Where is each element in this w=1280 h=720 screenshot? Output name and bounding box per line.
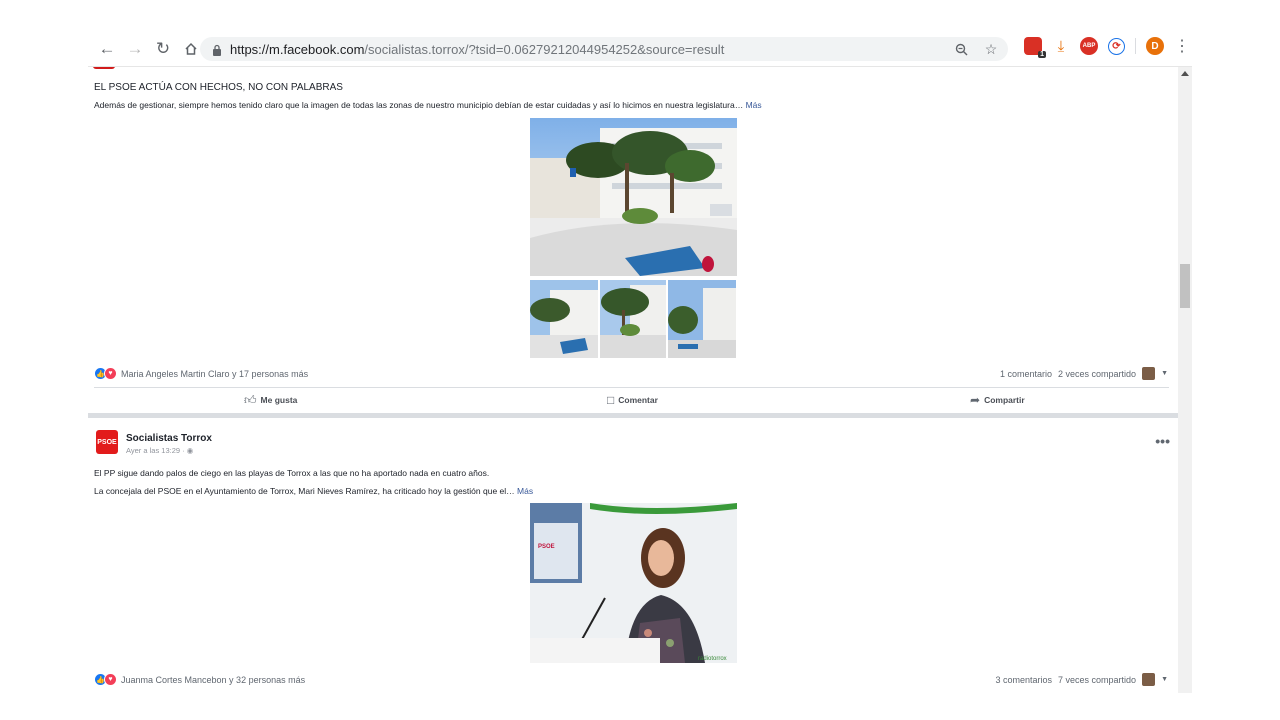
share-button[interactable]: ➦ Compartir <box>970 393 1025 407</box>
post-photo-thumb[interactable] <box>600 280 666 358</box>
photo-sign-text: PSOE <box>538 544 555 550</box>
post-text: El PP sigue dando palos de ciego en las … <box>94 468 490 478</box>
comments-count[interactable]: 3 comentarios <box>995 675 1052 685</box>
comment-icon: □ <box>607 393 615 407</box>
reactions-summary[interactable]: 👍 ♥ Juanma Cortes Mancebon y 32 personas… <box>94 673 305 686</box>
reload-icon[interactable]: ↻ <box>150 36 176 62</box>
facebook-feed: EL PSOE ACTÚA CON HECHOS, NO CON PALABRA… <box>88 67 1178 693</box>
adblock-icon[interactable]: ABP <box>1080 37 1098 55</box>
post-stats: 1 comentario 2 veces compartido ▼ <box>1000 367 1168 380</box>
comments-count[interactable]: 1 comentario <box>1000 369 1052 379</box>
back-arrow-icon[interactable]: ← <box>94 36 120 62</box>
page-name[interactable]: Socialistas Torrox <box>126 433 212 444</box>
address-bar[interactable]: https://m.facebook.com/socialistas.torro… <box>200 37 1008 61</box>
post-title: EL PSOE ACTÚA CON HECHOS, NO CON PALABRA… <box>94 82 343 93</box>
profile-avatar[interactable]: D <box>1146 37 1164 55</box>
url-text[interactable]: https://m.facebook.com/socialistas.torro… <box>230 42 724 57</box>
love-reaction-icon: ♥ <box>104 367 117 380</box>
love-reaction-icon: ♥ <box>104 673 117 686</box>
forward-arrow-icon[interactable]: → <box>122 36 148 62</box>
toolbar-separator <box>1135 38 1136 54</box>
post-text: Además de gestionar, siempre hemos tenid… <box>94 100 762 110</box>
like-button[interactable]: 👍︎ Me gusta <box>244 393 297 408</box>
post-menu-button[interactable]: ••• <box>1155 433 1170 449</box>
chevron-down-icon[interactable]: ▼ <box>1161 370 1168 377</box>
post-actions: 👍︎ Me gusta □ Comentar ➦ Compartir <box>94 387 1169 412</box>
extension-swirl-icon[interactable]: ⟳ <box>1108 37 1125 55</box>
scroll-up-arrow-icon[interactable] <box>1181 71 1189 76</box>
browser-menu-icon[interactable]: ⋮ <box>1174 36 1190 56</box>
post-divider <box>88 413 1178 418</box>
shares-count[interactable]: 2 veces compartido <box>1058 369 1136 379</box>
post-photo-main[interactable]: PSOE radiotorrox <box>530 503 737 663</box>
bookmark-star-icon[interactable]: ☆ <box>982 40 1000 58</box>
chevron-down-icon[interactable]: ▼ <box>1161 676 1168 683</box>
extension-counter-icon[interactable]: 1 <box>1024 37 1046 58</box>
shares-count[interactable]: 7 veces compartido <box>1058 675 1136 685</box>
comment-button[interactable]: □ Comentar <box>607 393 658 407</box>
browser-toolbar: ← → ↻ https://m.facebook.com/socialistas… <box>88 32 1192 67</box>
post-text: La concejala del PSOE en el Ayuntamiento… <box>94 486 534 496</box>
globe-icon: ◉ <box>186 446 194 455</box>
share-as-avatar[interactable] <box>1142 367 1156 380</box>
post-stats: 3 comentarios 7 veces compartido ▼ <box>995 673 1168 686</box>
reactions-text[interactable]: Juanma Cortes Mancebon y 32 personas más <box>121 675 305 685</box>
download-icon[interactable]: ⤓ <box>1052 37 1070 55</box>
see-more-link[interactable]: Más <box>746 100 762 110</box>
page-logo[interactable]: PSOE <box>96 430 118 454</box>
lock-icon[interactable] <box>212 43 222 56</box>
share-icon: ➦ <box>970 393 981 407</box>
thumbs-up-icon: 👍︎ <box>244 392 257 407</box>
page-scrollbar[interactable] <box>1178 67 1192 693</box>
zoom-icon[interactable] <box>952 40 970 58</box>
reactions-text[interactable]: Maria Angeles Martin Claro y 17 personas… <box>121 369 308 379</box>
photo-watermark: radiotorrox <box>698 656 727 662</box>
post-photo-thumb[interactable] <box>530 280 598 358</box>
previous-post-logo <box>93 67 115 69</box>
post-photo-thumb[interactable] <box>668 280 736 358</box>
post-timestamp[interactable]: Ayer a las 13:29 · ◉ <box>126 446 193 455</box>
reactions-summary[interactable]: 👍 ♥ Maria Angeles Martin Claro y 17 pers… <box>94 367 308 380</box>
share-as-avatar[interactable] <box>1142 673 1156 686</box>
scroll-thumb[interactable] <box>1180 264 1190 308</box>
see-more-link[interactable]: Más <box>517 486 533 496</box>
post-photo-main[interactable] <box>530 118 737 276</box>
